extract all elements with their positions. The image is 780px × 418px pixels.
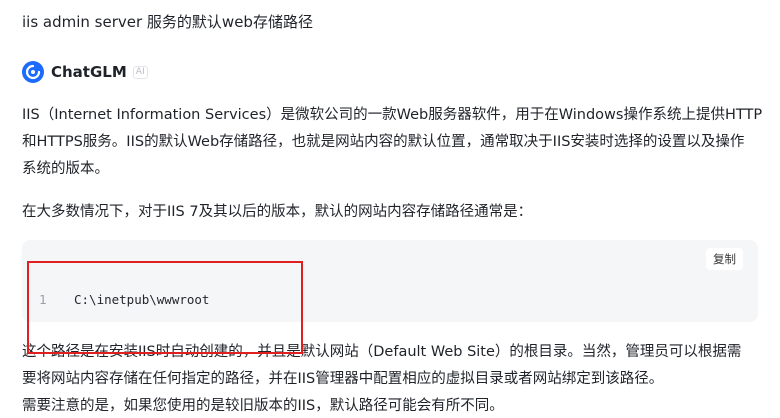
line-number: 1 (39, 292, 47, 307)
ai-badge: AI (132, 65, 148, 79)
code-block: 复制 1 C:\inetpub\wwwroot (22, 240, 758, 322)
copy-button[interactable]: 复制 (706, 248, 743, 270)
answer-paragraph-2: 在大多数情况下，对于IIS 7及其以后的版本，默认的网站内容存储路径通常是： (22, 199, 762, 226)
chat-page: iis admin server 服务的默认web存储路径 ChatGLM AI… (0, 0, 780, 418)
answer-line: 和HTTPS服务。IIS的默认Web存储路径，也就是网站内容的默认位置，通常取决… (22, 134, 745, 150)
answer-paragraph-3: 这个路径是在安装IIS时自动创建的，并且是默认网站（Default Web Si… (22, 339, 762, 418)
chatglm-logo-icon (22, 61, 44, 83)
answer-line: 要将网站内容存储在任何指定的路径，并在IIS管理器中配置相应的虚拟目录或者网站绑… (22, 371, 664, 387)
code-text: C:\inetpub\wwwroot (74, 292, 210, 307)
answer-line: IIS（Internet Information Services）是微软公司的… (22, 107, 763, 123)
answer-line: 这个路径是在安装IIS时自动创建的，并且是默认网站（Default Web Si… (22, 344, 742, 360)
user-question: iis admin server 服务的默认web存储路径 (22, 13, 313, 31)
answer-line: 在大多数情况下，对于IIS 7及其以后的版本，默认的网站内容存储路径通常是： (22, 204, 533, 220)
answer-line: 系统的版本。 (22, 161, 109, 177)
assistant-name: ChatGLM (51, 63, 127, 81)
assistant-header: ChatGLM AI (22, 59, 148, 85)
answer-line: 需要注意的是，如果您使用的是较旧版本的IIS，默认路径可能会有所不同。 (22, 398, 504, 414)
answer-paragraph-1: IIS（Internet Information Services）是微软公司的… (22, 102, 762, 183)
code-line: 1 C:\inetpub\wwwroot (39, 292, 209, 307)
